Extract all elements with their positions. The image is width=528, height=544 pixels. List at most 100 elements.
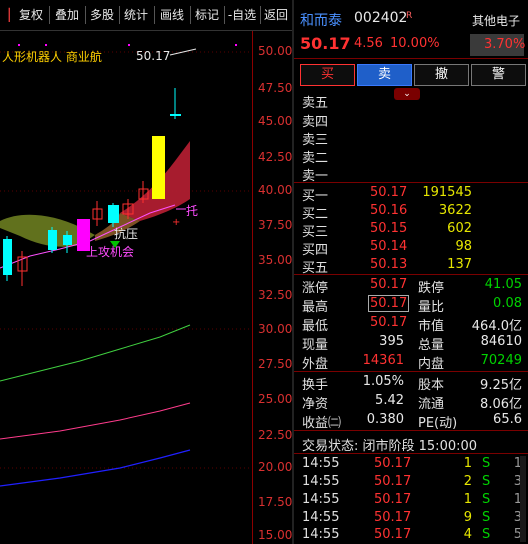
trade-status: 交易状态: 闭市阶段 15:00:00 — [302, 439, 478, 454]
bid-4-volume: 98 — [455, 239, 472, 254]
stock-code: 002402 — [354, 10, 408, 26]
low-value: 50.17 — [370, 315, 408, 330]
divider — [294, 453, 528, 454]
candle — [3, 239, 12, 275]
support-marker: + — [172, 217, 180, 228]
outer-volume-label: 外盘 — [302, 357, 329, 372]
share-capital-value: 9.25亿 — [480, 378, 522, 393]
divider — [294, 430, 528, 431]
tick-time: 14:55 — [302, 527, 340, 542]
bid-4-price: 50.14 — [370, 239, 408, 254]
net-assets-label: 净资 — [302, 397, 329, 412]
axis-tick: 22.50 — [258, 428, 293, 442]
current-volume-label: 现量 — [302, 338, 329, 353]
candle — [152, 136, 165, 199]
sector-name[interactable]: 其他电子 — [472, 12, 520, 29]
axis-tick: 32.50 — [258, 288, 293, 302]
bid-3-price: 50.15 — [370, 221, 408, 236]
high-label: 最高 — [302, 300, 329, 315]
toolbar-statistics-button[interactable]: 统计 — [120, 6, 152, 24]
divider — [294, 371, 528, 372]
toolbar-back-button[interactable]: 返回 — [261, 6, 291, 24]
sector-pct: 3.70% — [484, 37, 526, 52]
tick-time: 14:55 — [302, 492, 340, 507]
expand-chevron-icon[interactable]: ⌄ — [394, 88, 420, 100]
toolbar-restore-rights-button[interactable]: 复权 — [14, 6, 48, 24]
tick-volume: 4 — [463, 527, 472, 542]
total-volume-value: 84610 — [480, 334, 522, 349]
toolbar-edge-glyph: ▕ — [0, 8, 10, 22]
candle — [108, 205, 119, 223]
current-volume-value: 395 — [379, 334, 404, 349]
inner-volume-label: 内盘 — [418, 357, 445, 372]
bid-1-volume: 191545 — [422, 185, 472, 200]
annotation-pressure: 抗压 — [114, 226, 138, 241]
axis-tick: 37.50 — [258, 218, 293, 232]
axis-tick: 15.00 — [258, 528, 293, 542]
outer-volume-value: 14361 — [362, 353, 404, 368]
bid-5-price: 50.13 — [370, 257, 408, 272]
cancel-order-button[interactable]: 撤 — [414, 64, 469, 86]
bid-5-volume: 137 — [447, 257, 472, 272]
limit-down-label: 跌停 — [418, 281, 445, 296]
bid-1-label: 买一 — [302, 189, 329, 204]
chart-toolbar: ▕ 复权 叠加 多股 统计 画线 标记 -自选 返回 — [0, 0, 292, 31]
axis-tick: 50.00 — [258, 44, 293, 58]
quote-panel: 和而泰 002402 R 其他电子 50.17 4.56 10.00% 3.70… — [294, 0, 528, 544]
bid-2-volume: 3622 — [438, 203, 472, 218]
toolbar-draw-line-button[interactable]: 画线 — [155, 6, 189, 24]
limit-up-value: 50.17 — [370, 277, 408, 292]
kline-chart[interactable]: 人形机器人 商业航 50.17 抗压 上攻机会 托 + — [0, 31, 292, 544]
bid-3-label: 买三 — [302, 225, 329, 240]
tick-price: 50.17 — [374, 510, 412, 525]
market-cap-value: 464.0亿 — [471, 319, 522, 334]
ask-2-label: 卖二 — [302, 151, 329, 166]
inner-volume-value: 70249 — [480, 353, 522, 368]
buy-button[interactable]: 买 — [300, 64, 355, 86]
legend-dot — [128, 44, 130, 46]
bid-3-volume: 602 — [447, 221, 472, 236]
bid-4-label: 买四 — [302, 243, 329, 258]
axis-tick: 35.00 — [258, 253, 293, 267]
price-change-pct: 10.00% — [390, 36, 440, 51]
tick-time: 14:55 — [302, 510, 340, 525]
price-change: 4.56 — [354, 36, 383, 51]
axis-tick: 30.00 — [258, 322, 293, 336]
ask-4-label: 卖四 — [302, 115, 329, 130]
sector-pct-box[interactable]: 3.70% — [470, 34, 526, 56]
last-price-label: 50.17 — [136, 49, 170, 63]
pe-value: 65.6 — [493, 412, 522, 427]
alert-button[interactable]: 警 — [471, 64, 526, 86]
annotation-attack-opportunity: 上攻机会 — [86, 245, 134, 259]
tick-volume: 9 — [463, 510, 472, 525]
legend-dot — [235, 44, 237, 46]
tick-list-scrollbar[interactable] — [520, 456, 526, 542]
toolbar-multi-stock-button[interactable]: 多股 — [86, 6, 118, 24]
axis-tick: 40.00 — [258, 183, 293, 197]
high-value: 50.17 — [368, 295, 410, 312]
toolbar-remove-favorite-button[interactable]: -自选 — [225, 6, 259, 24]
volume-ratio-label: 量比 — [418, 300, 445, 315]
sell-button[interactable]: 卖 — [357, 64, 412, 86]
ma-line-pink — [0, 402, 191, 440]
tick-side: S — [482, 527, 491, 542]
toolbar-overlay-button[interactable]: 叠加 — [50, 6, 84, 24]
stock-tag: R — [406, 11, 413, 21]
axis-tick: 25.00 — [258, 392, 293, 406]
ask-5-label: 卖五 — [302, 96, 329, 111]
volume-ratio-value: 0.08 — [493, 296, 522, 311]
float-shares-label: 流通 — [418, 397, 445, 412]
pe-label: PE(动) — [418, 416, 458, 431]
price-axis-line — [252, 31, 253, 544]
toolbar-mark-button[interactable]: 标记 — [191, 6, 223, 24]
axis-tick: 17.50 — [258, 495, 293, 509]
divider — [294, 274, 528, 275]
last-price: 50.17 — [300, 34, 351, 53]
ma-line-green — [0, 324, 191, 382]
annotation-support: 托 — [186, 204, 198, 218]
axis-tick: 45.00 — [258, 114, 293, 128]
legend-dot — [45, 44, 47, 46]
tick-price: 50.17 — [374, 474, 412, 489]
stock-name[interactable]: 和而泰 — [300, 10, 342, 30]
ask-3-label: 卖三 — [302, 133, 329, 148]
